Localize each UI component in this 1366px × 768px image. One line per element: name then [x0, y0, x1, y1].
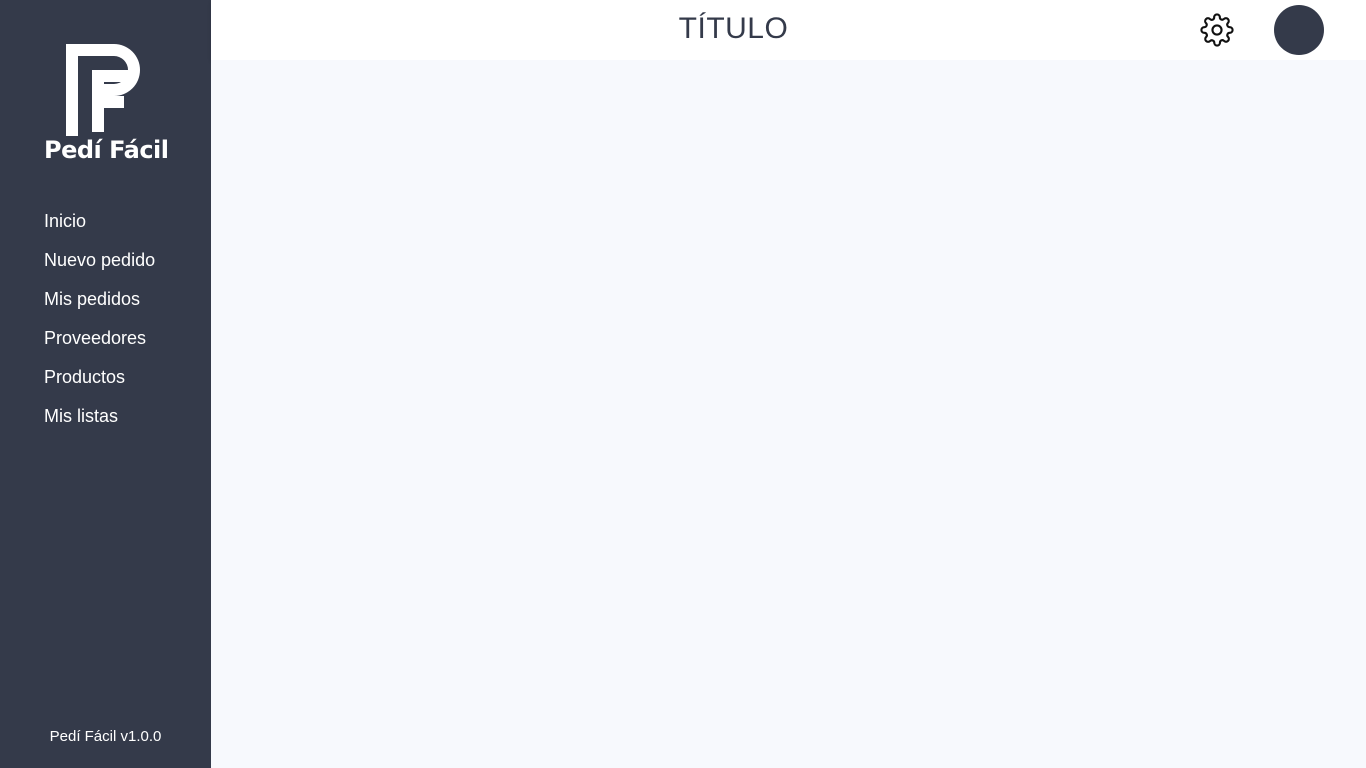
page-title: TÍTULO: [678, 12, 789, 45]
sidebar: Pedí Fácil Inicio Nuevo pedido Mis pedid…: [0, 0, 211, 768]
app-window: Pedí Fácil Inicio Nuevo pedido Mis pedid…: [0, 0, 1366, 768]
gear-icon: [1200, 13, 1234, 47]
sidebar-nav: Inicio Nuevo pedido Mis pedidos Proveedo…: [44, 206, 155, 440]
settings-button[interactable]: [1200, 13, 1234, 47]
main-content: [211, 60, 1366, 768]
pf-logo-icon: [66, 44, 140, 136]
version-label: Pedí Fácil v1.0.0: [49, 728, 162, 745]
sidebar-item-productos[interactable]: Productos: [44, 362, 155, 401]
sidebar-item-mis-listas[interactable]: Mis listas: [44, 401, 155, 440]
sidebar-item-nuevo-pedido[interactable]: Nuevo pedido: [44, 245, 155, 284]
brand-name: Pedí Fácil: [44, 136, 169, 164]
sidebar-item-inicio[interactable]: Inicio: [44, 206, 155, 245]
sidebar-item-mis-pedidos[interactable]: Mis pedidos: [44, 284, 155, 323]
user-avatar[interactable]: [1274, 5, 1324, 55]
brand-logo[interactable]: Pedí Fácil: [44, 36, 174, 168]
top-header: TÍTULO: [211, 0, 1366, 60]
sidebar-item-proveedores[interactable]: Proveedores: [44, 323, 155, 362]
